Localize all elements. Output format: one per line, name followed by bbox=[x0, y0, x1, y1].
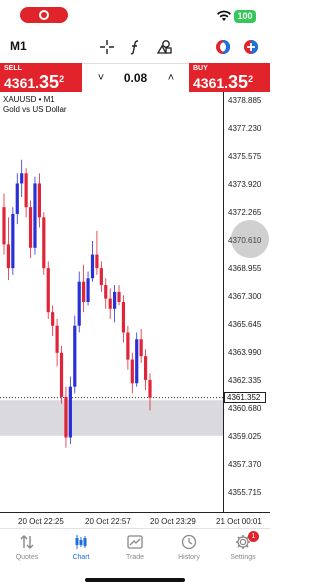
candle-body bbox=[37, 183, 41, 218]
price-tick-label: 4375.575 bbox=[228, 151, 262, 161]
buy-price: 4361.352 bbox=[193, 72, 254, 92]
candle-body bbox=[55, 325, 59, 353]
candle-body bbox=[121, 302, 126, 333]
tab-history-label: History bbox=[178, 554, 200, 561]
screen-recording-indicator[interactable] bbox=[20, 7, 68, 23]
candle-body bbox=[82, 281, 86, 302]
candle-body bbox=[64, 396, 68, 438]
trend-icon bbox=[127, 535, 143, 549]
time-tick-label: 20 Oct 22:57 bbox=[85, 517, 131, 526]
price-tick-label: 4367.300 bbox=[228, 291, 262, 301]
indicators-icon[interactable] bbox=[126, 38, 144, 56]
candles-icon bbox=[75, 535, 87, 549]
chart-description: Gold vs US Dollar bbox=[3, 105, 67, 114]
candle-body bbox=[104, 285, 108, 299]
time-tick-label: 20 Oct 23:29 bbox=[150, 517, 196, 526]
current-price-label: 4361.352 bbox=[224, 391, 266, 403]
wifi-icon bbox=[216, 9, 232, 23]
candle-body bbox=[139, 339, 143, 357]
price-tick-label: 4360.680 bbox=[228, 404, 262, 414]
candle-body bbox=[46, 268, 50, 313]
price-tick-label: 4359.025 bbox=[228, 432, 262, 442]
candle-body bbox=[11, 213, 15, 269]
time-tick-label: 21 Oct 00:01 bbox=[216, 517, 262, 526]
tab-quotes[interactable]: Quotes bbox=[0, 533, 54, 573]
time-axis[interactable]: 20 Oct 22:25 20 Oct 22:57 20 Oct 23:29 21 O… bbox=[0, 512, 270, 528]
candle-body bbox=[68, 386, 72, 438]
tab-quotes-label: Quotes bbox=[15, 554, 39, 561]
candle-body bbox=[99, 268, 103, 286]
tab-settings[interactable]: 1 Settings bbox=[216, 531, 270, 573]
price-tick-label: 4377.230 bbox=[228, 123, 262, 133]
home-indicator bbox=[85, 578, 185, 582]
tab-history[interactable]: History bbox=[162, 533, 216, 573]
candle-body bbox=[28, 207, 33, 248]
price-tick-label: 4365.645 bbox=[228, 319, 262, 329]
time-tick-label: 20 Oct 22:25 bbox=[18, 517, 64, 526]
tab-trade[interactable]: Trade bbox=[108, 533, 162, 573]
crosshair-icon[interactable] bbox=[98, 38, 116, 56]
tab-settings-label: Settings bbox=[230, 554, 256, 561]
chart-toolbar: M1 bbox=[0, 32, 270, 62]
price-chart[interactable]: XAUUSD • M1 Gold vs US Dollar 4378.885 43… bbox=[0, 92, 270, 528]
volume-increase-button[interactable]: ˄ bbox=[164, 71, 178, 85]
touch-indicator bbox=[231, 220, 269, 258]
price-tick-label: 4378.885 bbox=[228, 95, 262, 105]
price-tick-label: 4372.265 bbox=[228, 207, 262, 217]
tab-chart[interactable]: Chart bbox=[54, 533, 108, 573]
arrows-updown-icon bbox=[20, 535, 34, 549]
one-click-trade-panel: SELL 4361.352 ˅ 0.08 ˄ BUY 4361.352 bbox=[0, 63, 270, 92]
buy-label: BUY bbox=[193, 65, 208, 72]
candle-body bbox=[6, 244, 11, 269]
candle-body bbox=[135, 339, 139, 384]
candle-body bbox=[15, 183, 19, 214]
candle-body bbox=[2, 207, 6, 245]
candle-body bbox=[126, 332, 130, 360]
price-tick-label: 4357.370 bbox=[228, 460, 262, 470]
candle-body bbox=[42, 217, 46, 269]
price-tick-label: 4373.920 bbox=[228, 179, 262, 189]
candle-body bbox=[117, 291, 121, 302]
candle-body bbox=[90, 254, 95, 279]
bottom-tab-bar: Quotes Chart Trade History 1 Settings bbox=[0, 528, 270, 584]
settings-badge: 1 bbox=[248, 531, 259, 542]
candle-body bbox=[95, 254, 99, 269]
candle-body bbox=[86, 278, 90, 302]
price-tick-label: 4368.955 bbox=[228, 263, 262, 273]
candle-body bbox=[59, 352, 64, 397]
tab-chart-label: Chart bbox=[72, 554, 90, 561]
battery-indicator: 100 bbox=[234, 10, 256, 23]
sell-button[interactable]: SELL 4361.352 bbox=[0, 63, 82, 92]
status-bar: 100 bbox=[0, 0, 270, 32]
one-click-trading-icon[interactable] bbox=[214, 38, 232, 56]
candle-body bbox=[148, 379, 152, 398]
highlight-band bbox=[0, 400, 223, 436]
candle-body bbox=[108, 298, 112, 309]
candle-body bbox=[33, 183, 37, 248]
candle-body bbox=[24, 173, 28, 208]
candle-body bbox=[77, 281, 81, 326]
record-dot-icon bbox=[39, 10, 49, 20]
candle-body bbox=[143, 356, 148, 380]
candle-body bbox=[20, 173, 24, 184]
chart-symbol: XAUUSD • M1 bbox=[3, 95, 55, 104]
price-axis[interactable]: 4378.885 4377.230 4375.575 4373.920 4372.265… bbox=[223, 92, 270, 512]
sell-label: SELL bbox=[4, 65, 22, 72]
clock-icon bbox=[181, 534, 197, 550]
buy-button[interactable]: BUY 4361.352 bbox=[189, 63, 270, 92]
sell-price: 4361.352 bbox=[4, 72, 65, 92]
candle-body bbox=[73, 325, 77, 387]
candle-body bbox=[130, 359, 134, 384]
tab-trade-label: Trade bbox=[125, 554, 145, 561]
candlestick-plot[interactable] bbox=[0, 92, 223, 512]
price-tick-label: 4363.990 bbox=[228, 347, 262, 357]
timeframe-selector[interactable]: M1 bbox=[10, 39, 27, 53]
new-order-icon[interactable] bbox=[242, 38, 260, 56]
volume-control: ˅ 0.08 ˄ bbox=[82, 63, 189, 92]
candle-body bbox=[113, 291, 117, 309]
price-tick-label: 4355.715 bbox=[228, 488, 262, 498]
price-tick-label: 4362.335 bbox=[228, 376, 262, 385]
candle-body bbox=[51, 312, 55, 326]
objects-icon[interactable] bbox=[155, 38, 173, 56]
